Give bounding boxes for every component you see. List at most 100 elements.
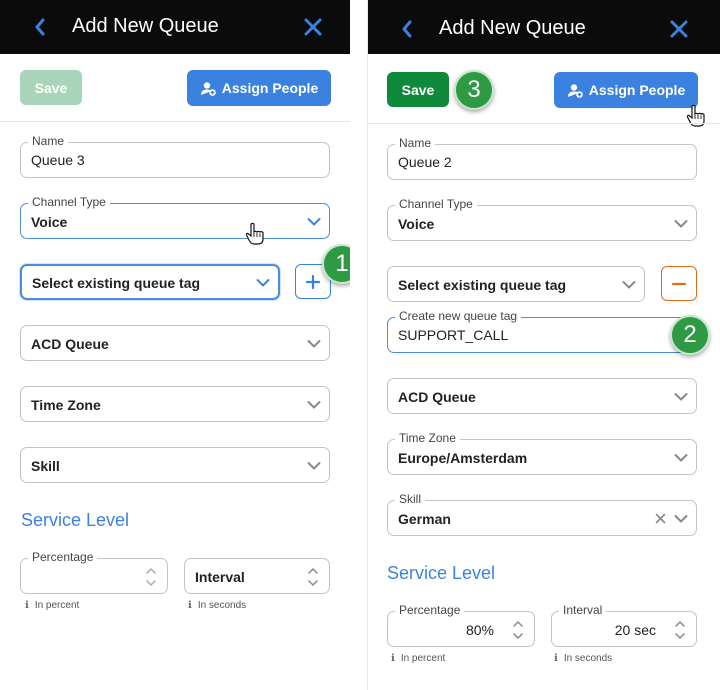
service-level-title: Service Level [21,510,130,530]
minus-icon [672,282,686,285]
interval-field[interactable]: Interval 20 sec [551,603,697,647]
divider [0,121,350,122]
info-icon: ℹ [391,653,395,664]
percentage-label: Percentage [395,603,465,617]
header-bar: Add New Queue [0,0,350,54]
close-icon[interactable] [670,20,688,38]
chevron-down-icon [674,515,688,523]
step-badge: 2 [670,315,710,355]
new-queue-tag-label: Create new queue tag [395,309,522,323]
channel-type-value: Voice [31,214,68,230]
up-down-icon[interactable] [145,564,157,590]
chevron-down-icon [307,401,321,409]
acd-queue-select[interactable]: ACD Queue [20,325,330,361]
info-icon: ℹ [25,600,29,611]
time-zone-label: Time Zone [395,431,460,445]
clear-x-icon[interactable] [655,513,666,524]
acd-queue-placeholder: ACD Queue [31,336,109,352]
close-icon[interactable] [304,18,322,36]
time-zone-select[interactable]: Time Zone [20,386,330,422]
chevron-down-icon [307,340,321,348]
divider [368,123,720,124]
right-panel: Add New Queue Save 3 Assign People Name … [367,0,720,690]
channel-type-value: Voice [398,216,435,232]
service-level-title: Service Level [387,563,496,583]
channel-type-select[interactable]: Channel Type Voice [387,197,697,241]
queue-tag-placeholder: Select existing queue tag [398,277,567,293]
left-panel: Add New Queue Save Assign People Name Qu… [0,0,350,690]
name-label: Name [395,136,436,150]
chevron-down-icon [674,393,688,401]
acd-queue-select[interactable]: ACD Queue [387,378,697,414]
new-queue-tag-input[interactable]: Create new queue tag SUPPORT_CALL [387,309,697,353]
chevron-down-icon [674,454,688,462]
skill-select[interactable]: Skill German [387,492,697,536]
acd-queue-placeholder: ACD Queue [398,389,476,405]
chevron-down-icon [622,281,636,289]
new-queue-tag-value: SUPPORT_CALL [398,327,509,343]
percentage-label: Percentage [28,550,98,564]
header-bar: Add New Queue [368,0,720,54]
page-title: Add New Queue [439,17,586,39]
chevron-down-icon [256,279,270,287]
name-field[interactable]: Name Queue 3 [20,134,330,178]
hand-cursor-icon [245,222,264,245]
name-label: Name [28,134,69,148]
interval-hint-text: In seconds [197,600,247,611]
percentage-hint: ℹ In percent [25,600,79,611]
channel-type-label: Channel Type [28,195,110,209]
save-label: Save [401,81,435,98]
chevron-left-icon[interactable] [400,19,414,39]
interval-field[interactable]: Interval [184,558,330,594]
chevron-left-icon[interactable] [33,17,47,37]
interval-placeholder: Interval [195,569,245,585]
queue-tag-select[interactable]: Select existing queue tag [20,264,280,300]
percentage-hint-text: In percent [34,600,80,611]
assign-people-label: Assign People [221,80,319,96]
skill-label: Skill [395,492,426,506]
name-value: Queue 2 [398,154,452,170]
name-field[interactable]: Name Queue 2 [387,136,697,180]
save-button[interactable]: Save [20,70,82,105]
skill-placeholder: Skill [31,458,60,474]
interval-hint-text: In seconds [563,653,613,664]
assign-people-button[interactable]: Assign People [187,70,331,106]
channel-type-label: Channel Type [395,197,477,211]
queue-tag-placeholder: Select existing queue tag [32,275,201,291]
save-button[interactable]: Save [387,72,449,107]
percentage-hint-text: In percent [400,653,446,664]
chevron-down-icon [307,462,321,470]
channel-type-select[interactable]: Channel Type Voice [20,195,330,239]
queue-tag-select[interactable]: Select existing queue tag [387,266,645,302]
step-badge: 3 [454,70,494,110]
time-zone-value: Europe/Amsterdam [398,450,528,466]
interval-value: 20 sec [614,622,656,638]
interval-label: Interval [559,603,607,617]
name-value: Queue 3 [31,152,85,168]
interval-hint: ℹ In seconds [554,653,612,664]
up-down-icon[interactable] [674,617,686,643]
assign-people-label: Assign People [588,82,686,98]
percentage-field[interactable]: Percentage [20,550,168,594]
time-zone-placeholder: Time Zone [31,397,101,413]
person-add-icon [567,83,583,98]
hand-cursor-icon [686,104,705,127]
up-down-icon[interactable] [512,617,524,643]
time-zone-select[interactable]: Time Zone Europe/Amsterdam [387,431,697,475]
skill-select[interactable]: Skill [20,447,330,483]
person-add-icon [200,81,216,96]
chevron-down-icon [674,220,688,228]
chevron-down-icon [307,218,321,226]
up-down-icon[interactable] [307,564,319,590]
save-label: Save [34,79,68,96]
assign-people-button[interactable]: Assign People [554,72,698,108]
percentage-value: 80% [465,622,494,638]
plus-icon [306,274,320,289]
remove-queue-tag-button[interactable] [661,266,697,301]
interval-hint: ℹ In seconds [188,600,246,611]
skill-value: German [398,511,451,527]
info-icon: ℹ [188,600,192,611]
percentage-hint: ℹ In percent [391,653,445,664]
info-icon: ℹ [554,653,558,664]
percentage-field[interactable]: Percentage 80% [387,603,535,647]
